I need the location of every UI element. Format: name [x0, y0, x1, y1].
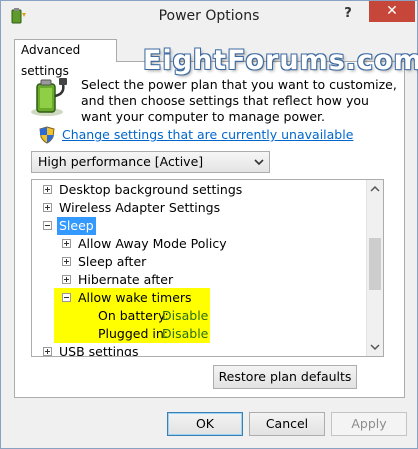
apply-button[interactable]: Apply [331, 412, 407, 436]
tree-item-sleep[interactable]: Sleep [32, 217, 362, 235]
expand-plus-icon[interactable] [62, 257, 71, 266]
settings-tree[interactable]: Desktop background settings Wireless Ada… [31, 179, 384, 357]
tree-item-hibernate-after[interactable]: Hibernate after [32, 271, 362, 289]
expand-plus-icon[interactable] [43, 203, 52, 212]
wake-timers-plugged-in[interactable]: Plugged in: Disable [32, 325, 362, 343]
cancel-button[interactable]: Cancel [249, 412, 325, 436]
tree-item-usb-settings[interactable]: USB settings [32, 343, 362, 356]
scroll-down-icon[interactable] [367, 339, 383, 355]
title-bar[interactable]: Power Options ? ✕ [1, 1, 417, 31]
expand-plus-icon[interactable] [62, 275, 71, 284]
tree-item-allow-away-mode[interactable]: Allow Away Mode Policy [32, 235, 362, 253]
power-plan-selected-value: High performance [Active] [38, 154, 204, 169]
tree-scrollbar[interactable] [366, 180, 383, 356]
close-button[interactable]: ✕ [369, 1, 415, 22]
plugged-in-value[interactable]: Disable [162, 325, 208, 343]
power-plan-select[interactable]: High performance [Active] [31, 151, 270, 173]
tree-item-allow-wake-timers[interactable]: Allow wake timers [32, 289, 362, 307]
tree-item-sleep-after[interactable]: Sleep after [32, 253, 362, 271]
change-settings-link[interactable]: Change settings that are currently unava… [62, 127, 353, 142]
watermark-logo: EightForums.com [143, 45, 418, 76]
wake-timers-on-battery[interactable]: On battery: Disable [32, 307, 362, 325]
collapse-minus-icon[interactable] [43, 221, 52, 230]
restore-plan-defaults-button[interactable]: Restore plan defaults [213, 365, 357, 389]
expand-plus-icon[interactable] [62, 239, 71, 248]
chevron-down-icon [254, 159, 264, 166]
tree-item-desktop-background[interactable]: Desktop background settings [32, 181, 362, 199]
ok-button[interactable]: OK [167, 412, 243, 436]
expand-plus-icon[interactable] [43, 185, 52, 194]
power-options-window: Power Options ? ✕ Advanced settings Eigh… [0, 0, 418, 449]
intro-text: Select the power plan that you want to c… [81, 77, 397, 124]
scroll-up-icon[interactable] [367, 181, 383, 197]
uac-shield-icon [39, 126, 55, 144]
scroll-thumb[interactable] [369, 238, 381, 290]
battery-plug-icon [31, 78, 67, 116]
collapse-minus-icon[interactable] [62, 293, 71, 302]
tab-advanced-settings[interactable]: Advanced settings [14, 39, 117, 78]
help-button[interactable]: ? [337, 4, 359, 24]
on-battery-value[interactable]: Disable [162, 307, 208, 325]
tree-item-wireless-adapter[interactable]: Wireless Adapter Settings [32, 199, 362, 217]
expand-plus-icon[interactable] [43, 347, 52, 356]
